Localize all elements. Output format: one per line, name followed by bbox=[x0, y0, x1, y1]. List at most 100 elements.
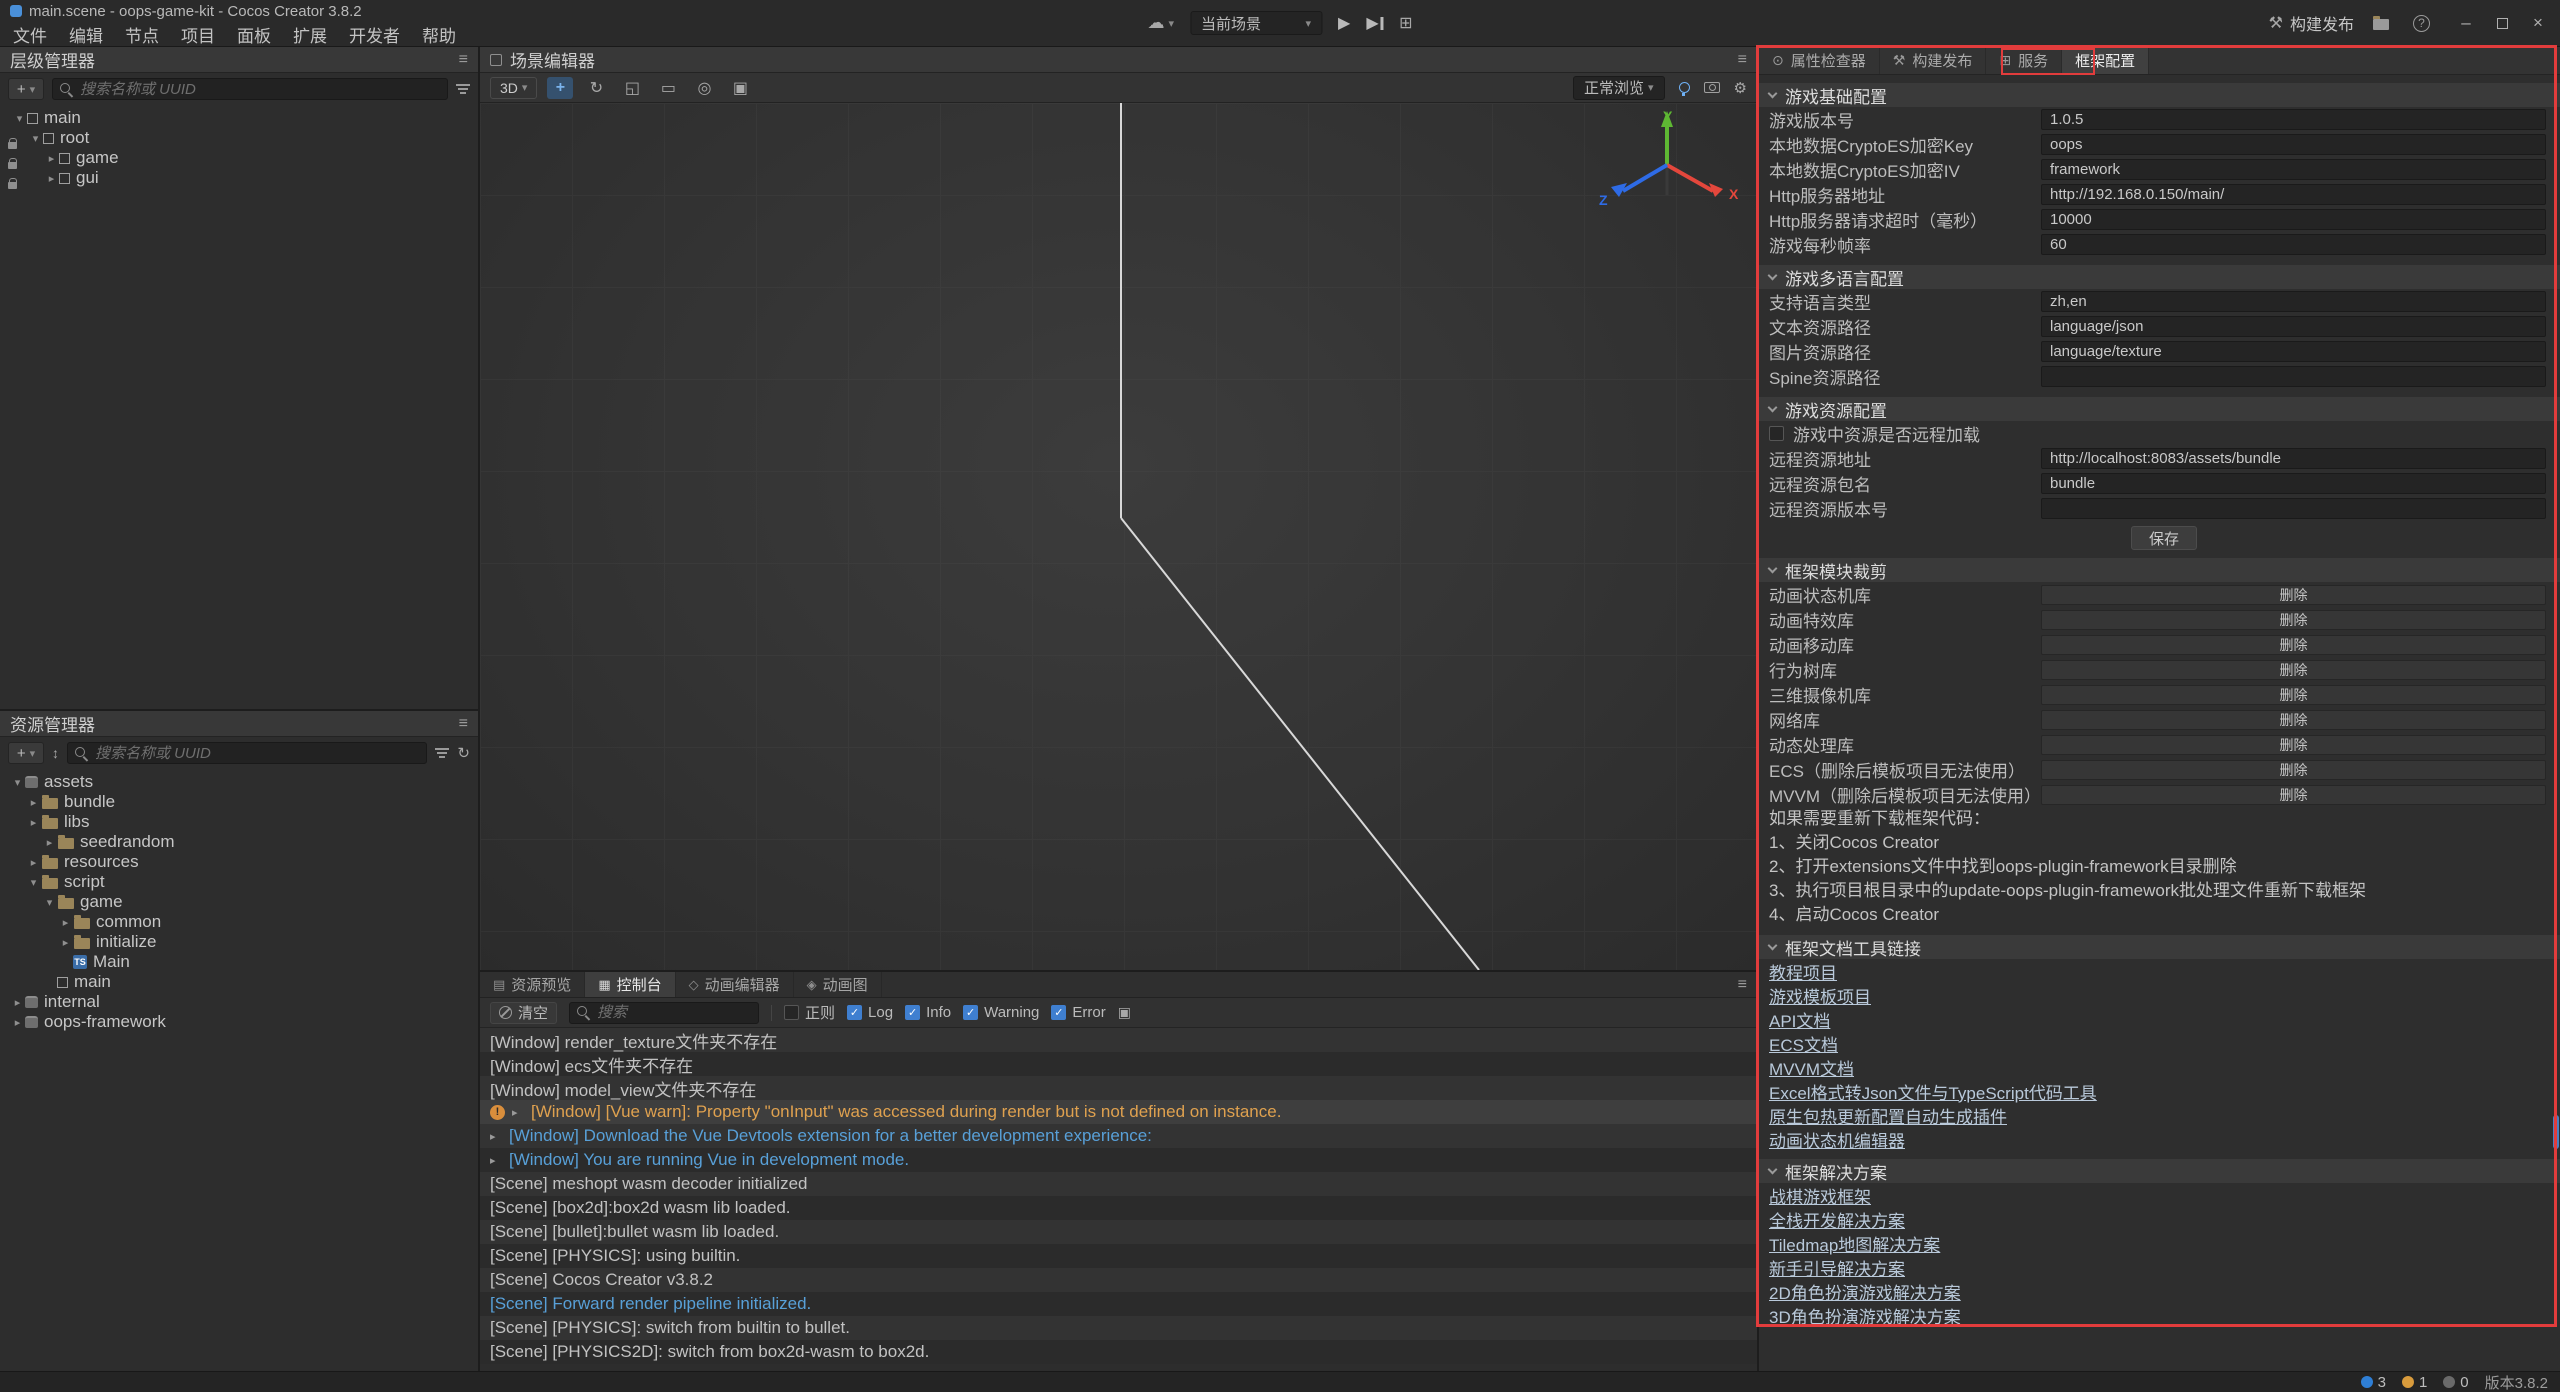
minimize-button[interactable]: – bbox=[2448, 0, 2484, 46]
pivot-toggle[interactable]: ◎ bbox=[691, 77, 717, 99]
asset-row-common[interactable]: ▸ common bbox=[0, 912, 478, 932]
tab-framework-config[interactable]: 框架配置 bbox=[2062, 47, 2149, 74]
tab-animation-graph[interactable]: ◈ 动画图 bbox=[794, 972, 882, 997]
delete-network-button[interactable]: 删除 bbox=[2041, 710, 2546, 730]
lock-icon[interactable] bbox=[8, 174, 17, 194]
scene-settings-gear-icon[interactable]: ⚙ bbox=[1734, 79, 1747, 97]
api-doc-link[interactable]: API文档 bbox=[1769, 1007, 1830, 1032]
guide-solution-link[interactable]: 新手引导解决方案 bbox=[1769, 1255, 1905, 1280]
orientation-gizmo[interactable]: Y X Z bbox=[1597, 103, 1747, 223]
game-template-link[interactable]: 游戏模板项目 bbox=[1769, 983, 1871, 1008]
section-game-basic[interactable]: 游戏基础配置 bbox=[1759, 83, 2560, 107]
projection-3d-button[interactable]: 3D▾ bbox=[490, 77, 537, 99]
tab-service[interactable]: ⊞ 服务 bbox=[1986, 47, 2062, 74]
section-solutions[interactable]: 框架解决方案 bbox=[1759, 1159, 2560, 1183]
asset-row-seedrandom[interactable]: ▸ seedrandom bbox=[0, 832, 478, 852]
step-button[interactable]: ▶ bbox=[1366, 13, 1383, 33]
asset-row-initialize[interactable]: ▸ initialize bbox=[0, 932, 478, 952]
section-doc-links[interactable]: 框架文档工具链接 bbox=[1759, 935, 2560, 959]
scene-menu-icon[interactable]: ≡ bbox=[1738, 51, 1747, 69]
delete-camera3d-button[interactable]: 删除 bbox=[2041, 685, 2546, 705]
section-module-trim[interactable]: 框架模块裁剪 bbox=[1759, 558, 2560, 582]
expand-icon[interactable]: ▸ bbox=[490, 1154, 502, 1167]
collapse-icon[interactable]: ▾ bbox=[26, 876, 41, 889]
rotate-tool[interactable]: ↻ bbox=[583, 77, 609, 99]
collapse-icon[interactable]: ▾ bbox=[42, 896, 57, 909]
delete-dynamic-button[interactable]: 删除 bbox=[2041, 735, 2546, 755]
delete-anim-statemachine-button[interactable]: 删除 bbox=[2041, 585, 2546, 605]
spine-resource-path-input[interactable] bbox=[2041, 366, 2546, 387]
play-button[interactable]: ▶ bbox=[1338, 13, 1350, 33]
asset-row-resources[interactable]: ▸ resources bbox=[0, 852, 478, 872]
console-search-input[interactable] bbox=[597, 1004, 751, 1021]
coordinate-toggle[interactable]: ▣ bbox=[727, 77, 753, 99]
warning-count[interactable]: 1 bbox=[2402, 1374, 2427, 1391]
hierarchy-menu-icon[interactable]: ≡ bbox=[459, 51, 468, 69]
tree-row-main[interactable]: ▾ main bbox=[0, 108, 478, 128]
anim-statemachine-editor-link[interactable]: 动画状态机编辑器 bbox=[1769, 1127, 1905, 1152]
tab-build-publish[interactable]: ⚒ 构建发布 bbox=[1880, 47, 1987, 74]
http-timeout-input[interactable] bbox=[2041, 209, 2546, 230]
menu-edit[interactable]: 编辑 bbox=[58, 22, 114, 47]
asset-row-script[interactable]: ▾ script bbox=[0, 872, 478, 892]
filter-log-checkbox[interactable]: ✓Log bbox=[847, 1004, 893, 1021]
tree-row-game[interactable]: ▸ game bbox=[0, 148, 478, 168]
expand-icon[interactable]: ▸ bbox=[42, 836, 57, 849]
assets-menu-icon[interactable]: ≡ bbox=[459, 715, 468, 733]
console-search[interactable] bbox=[569, 1002, 759, 1024]
hierarchy-search[interactable] bbox=[52, 78, 448, 100]
assets-search-input[interactable] bbox=[95, 745, 419, 762]
remote-load-checkbox[interactable] bbox=[1769, 426, 1784, 441]
game-version-input[interactable] bbox=[2041, 109, 2546, 130]
move-tool[interactable]: + bbox=[547, 77, 573, 99]
scene-camera-icon[interactable] bbox=[1704, 82, 1720, 93]
collapse-icon[interactable]: ▾ bbox=[28, 132, 43, 145]
excel-tool-link[interactable]: Excel格式转Json文件与TypeScript代码工具 bbox=[1769, 1079, 2097, 1104]
expand-icon[interactable]: ▸ bbox=[490, 1130, 502, 1143]
tactics-framework-link[interactable]: 战棋游戏框架 bbox=[1769, 1183, 1871, 1208]
tree-row-gui[interactable]: ▸ gui bbox=[0, 168, 478, 188]
asset-row-game[interactable]: ▾ game bbox=[0, 892, 478, 912]
delete-anim-move-button[interactable]: 删除 bbox=[2041, 635, 2546, 655]
remote-bundle-input[interactable] bbox=[2041, 473, 2546, 494]
tab-asset-preview[interactable]: ▤ 资源预览 bbox=[480, 972, 585, 997]
log-row[interactable]: [Scene] [PHYSICS2D]: switch from box2d-w… bbox=[480, 1340, 1757, 1364]
asset-row-internal[interactable]: ▸ internal bbox=[0, 992, 478, 1012]
tutorial-project-link[interactable]: 教程项目 bbox=[1769, 959, 1837, 984]
log-row-info[interactable]: [Scene] Forward render pipeline initiali… bbox=[480, 1292, 1757, 1316]
remote-version-input[interactable] bbox=[2041, 498, 2546, 519]
assets-filter-icon[interactable] bbox=[435, 747, 449, 759]
expand-icon[interactable]: ▸ bbox=[512, 1106, 524, 1119]
menu-developer[interactable]: 开发者 bbox=[338, 22, 411, 47]
log-row[interactable]: [Window] render_texture文件夹不存在 bbox=[480, 1028, 1757, 1052]
rect-tool[interactable]: ▭ bbox=[655, 77, 681, 99]
delete-ecs-button[interactable]: 删除 bbox=[2041, 760, 2546, 780]
menu-help[interactable]: 帮助 bbox=[411, 22, 467, 47]
crypto-iv-input[interactable] bbox=[2041, 159, 2546, 180]
tab-animation-editor[interactable]: ◇ 动画编辑器 bbox=[676, 972, 794, 997]
expand-icon[interactable]: ▸ bbox=[26, 816, 41, 829]
remote-url-input[interactable] bbox=[2041, 448, 2546, 469]
sort-icon[interactable]: ↕ bbox=[52, 745, 59, 761]
expand-icon[interactable]: ▸ bbox=[58, 916, 73, 929]
ecs-doc-link[interactable]: ECS文档 bbox=[1769, 1031, 1838, 1056]
scene-select[interactable]: 当前场景 ▾ bbox=[1190, 11, 1322, 35]
text-resource-path-input[interactable] bbox=[2041, 316, 2546, 337]
close-button[interactable]: × bbox=[2520, 0, 2556, 46]
open-project-folder-icon[interactable] bbox=[2372, 17, 2395, 30]
expand-icon[interactable]: ▸ bbox=[26, 796, 41, 809]
log-row[interactable]: [Window] ecs文件夹不存在 bbox=[480, 1052, 1757, 1076]
asset-row-assets[interactable]: ▾ assets bbox=[0, 772, 478, 792]
crypto-key-input[interactable] bbox=[2041, 134, 2546, 155]
hierarchy-filter-icon[interactable] bbox=[456, 83, 470, 95]
tab-console[interactable]: ▦ 控制台 bbox=[585, 972, 675, 997]
delete-mvvm-button[interactable]: 删除 bbox=[2041, 785, 2546, 805]
log-row-info[interactable]: ▸ [Window] Download the Vue Devtools ext… bbox=[480, 1124, 1757, 1148]
log-row[interactable]: [Scene] [bullet]:bullet wasm lib loaded. bbox=[480, 1220, 1757, 1244]
expand-icon[interactable]: ▸ bbox=[10, 996, 25, 1009]
filter-info-checkbox[interactable]: ✓Info bbox=[905, 1004, 951, 1021]
hierarchy-search-input[interactable] bbox=[80, 81, 440, 98]
tree-row-root[interactable]: ▾ root bbox=[0, 128, 478, 148]
expand-icon[interactable]: ▸ bbox=[44, 172, 59, 185]
assets-search[interactable] bbox=[67, 742, 427, 764]
